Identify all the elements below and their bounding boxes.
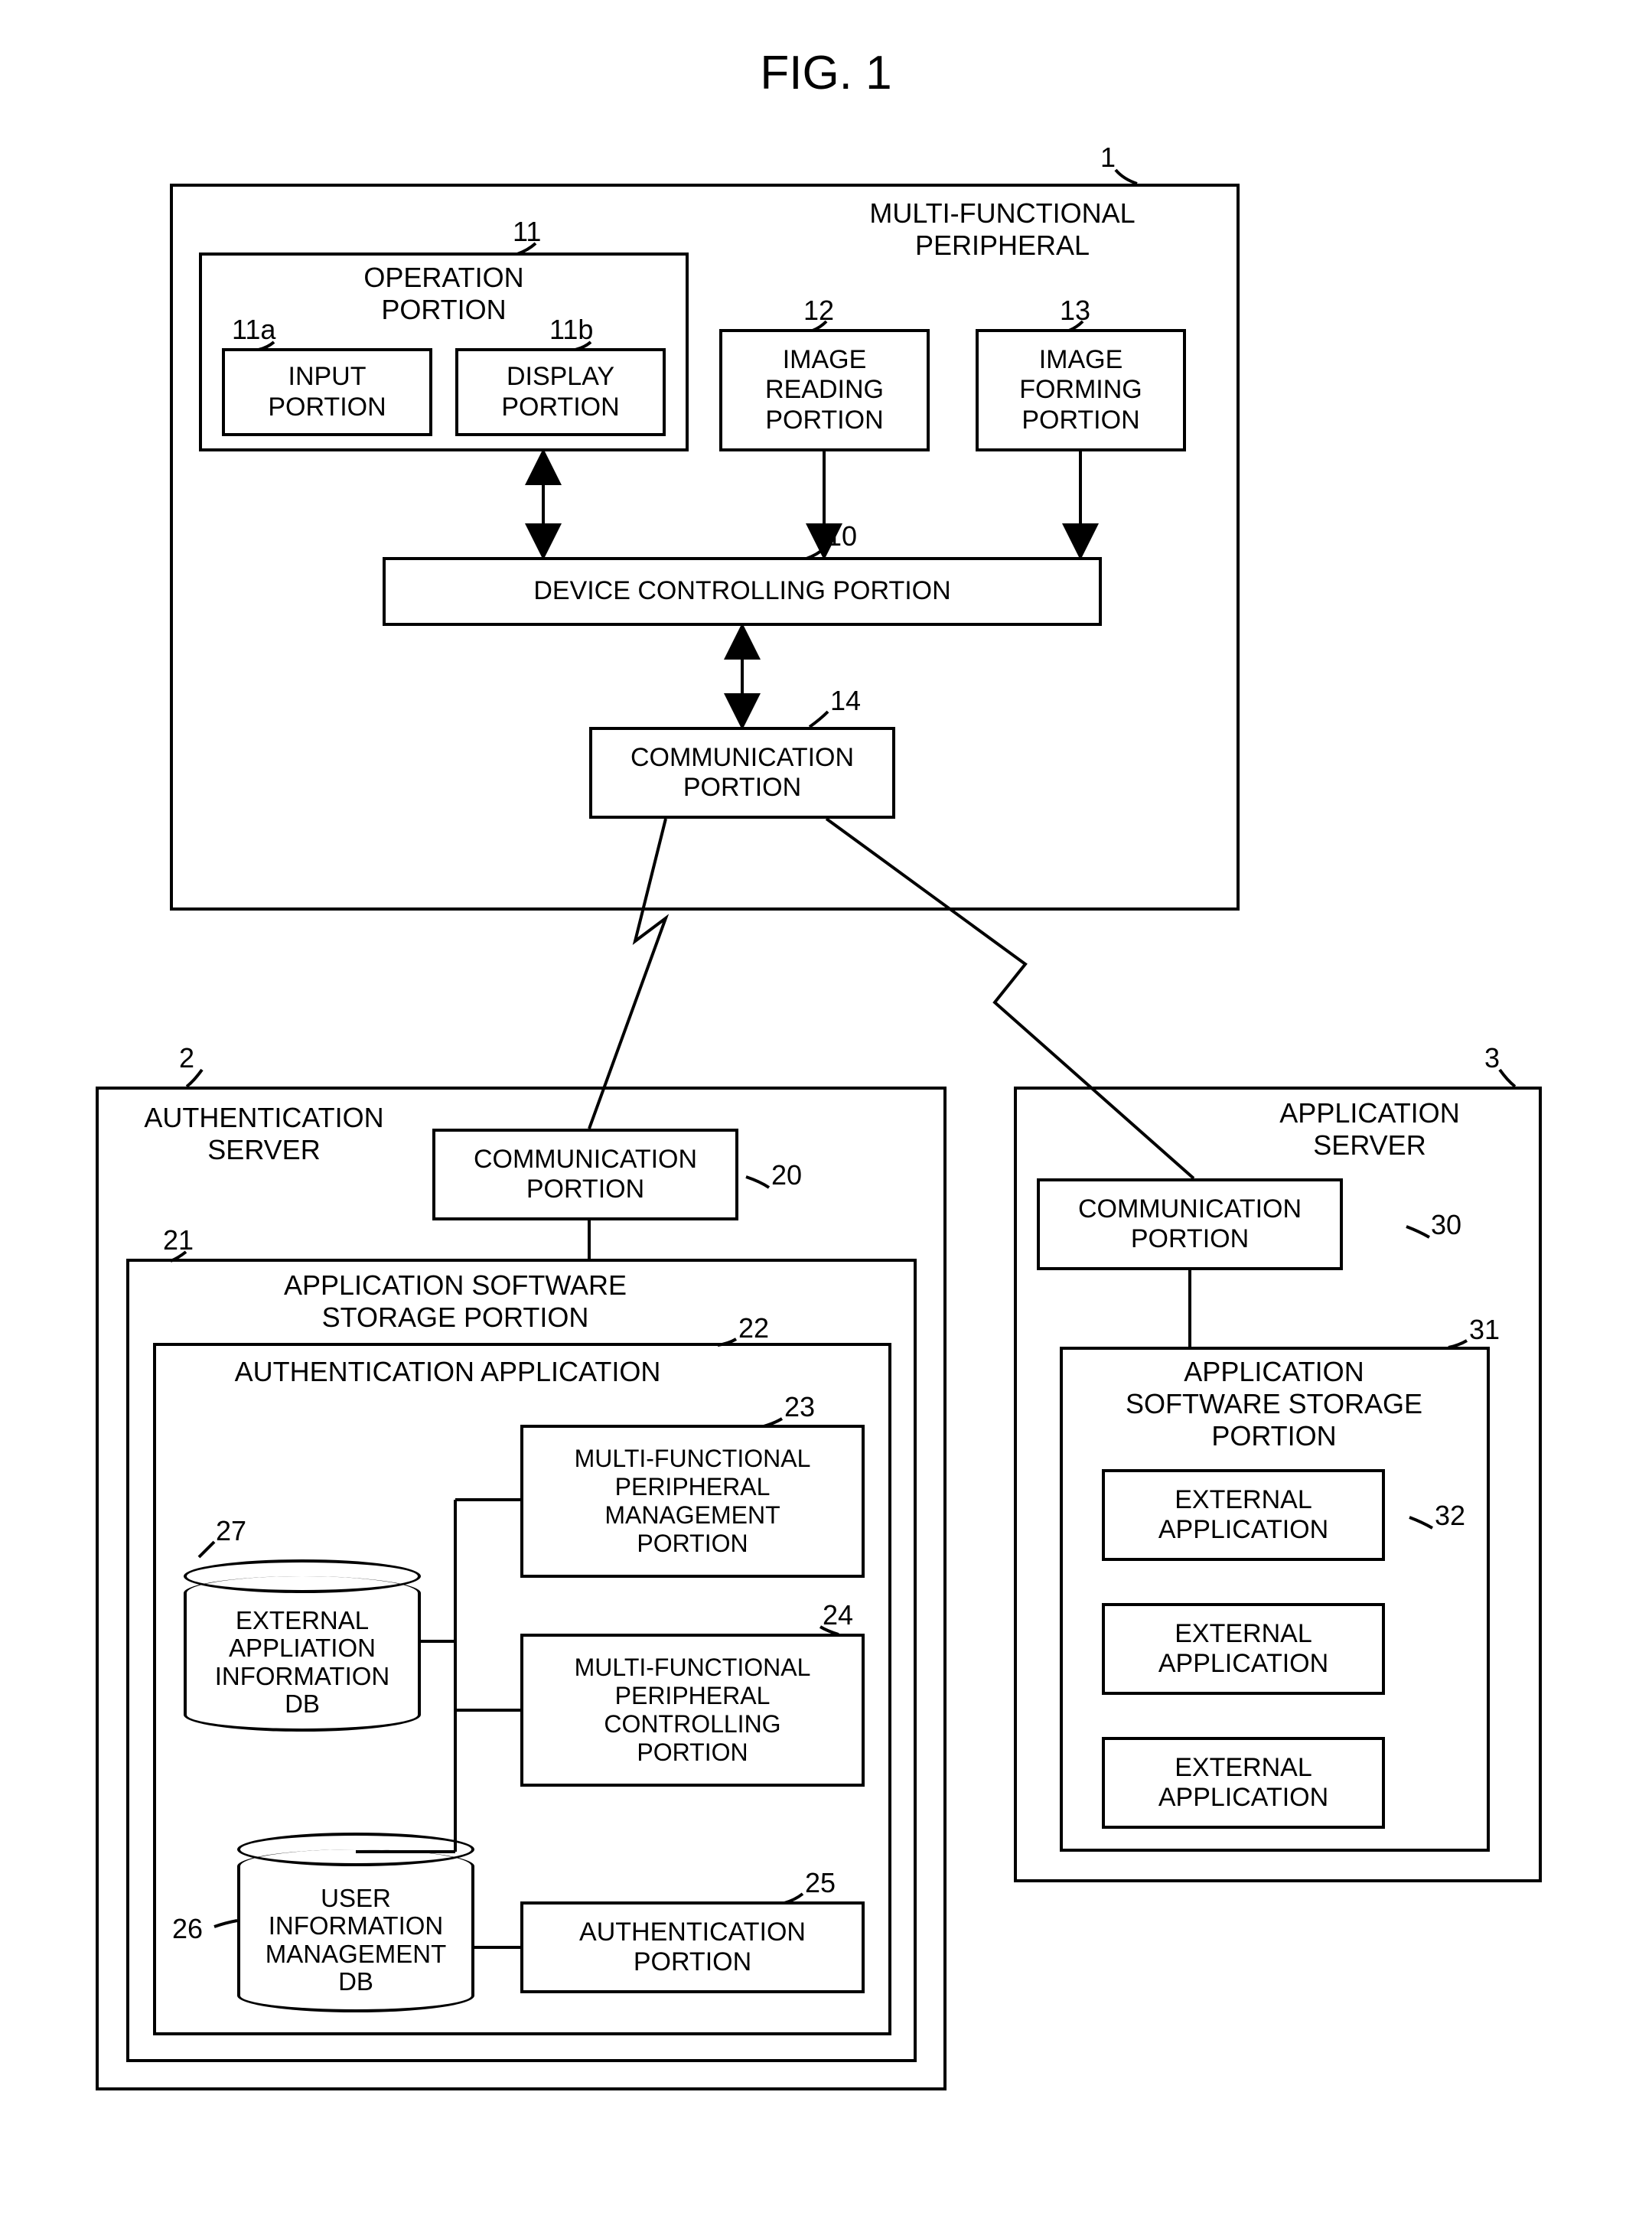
mfp-mgmt-ref: 23 bbox=[784, 1391, 815, 1423]
operation-portion-ref: 11 bbox=[513, 216, 541, 248]
mfp-title: MULTI-FUNCTIONAL PERIPHERAL bbox=[788, 197, 1217, 262]
app-store-title: APPLICATION SOFTWARE STORAGE PORTION bbox=[1071, 1356, 1477, 1452]
mfp-ctrl-box: MULTI-FUNCTIONAL PERIPHERAL CONTROLLING … bbox=[520, 1634, 865, 1787]
user-info-db-label: USER INFORMATION MANAGEMENT DB bbox=[237, 1885, 474, 1996]
display-portion-box: DISPLAY PORTION bbox=[455, 348, 666, 436]
auth-comm-ref: 20 bbox=[771, 1159, 802, 1191]
auth-store-title: APPLICATION SOFTWARE STORAGE PORTION bbox=[245, 1269, 666, 1334]
operation-portion-title: OPERATION PORTION bbox=[329, 262, 559, 326]
auth-app-ref: 22 bbox=[738, 1312, 769, 1344]
app-server-ref: 3 bbox=[1484, 1042, 1500, 1074]
input-portion-ref: 11a bbox=[232, 314, 275, 346]
device-controlling-ref: 10 bbox=[826, 520, 857, 552]
image-forming-box: IMAGE FORMING PORTION bbox=[976, 329, 1186, 451]
app-server-title: APPLICATION SERVER bbox=[1240, 1097, 1500, 1162]
image-forming-ref: 13 bbox=[1060, 295, 1090, 327]
app-store-ref: 31 bbox=[1469, 1314, 1500, 1346]
mfp-comm-ref: 14 bbox=[830, 685, 861, 717]
mfp-comm-box: COMMUNICATION PORTION bbox=[589, 727, 895, 819]
user-info-db: USER INFORMATION MANAGEMENT DB bbox=[237, 1833, 474, 2012]
ext-app-1-box: EXTERNAL APPLICATION bbox=[1102, 1469, 1385, 1561]
ext-app-1-ref: 32 bbox=[1435, 1500, 1465, 1532]
input-portion-box: INPUT PORTION bbox=[222, 348, 432, 436]
auth-server-ref: 2 bbox=[179, 1042, 194, 1074]
app-comm-box: COMMUNICATION PORTION bbox=[1037, 1178, 1343, 1270]
ext-app-2-box: EXTERNAL APPLICATION bbox=[1102, 1603, 1385, 1695]
auth-portion-box: AUTHENTICATION PORTION bbox=[520, 1901, 865, 1993]
auth-portion-ref: 25 bbox=[805, 1867, 836, 1899]
auth-comm-box: COMMUNICATION PORTION bbox=[432, 1129, 738, 1220]
ext-app-info-db: EXTERNAL APPLIATION INFORMATION DB bbox=[184, 1559, 421, 1732]
auth-store-ref: 21 bbox=[163, 1224, 194, 1256]
figure-title: FIG. 1 bbox=[0, 46, 1652, 100]
ext-app-info-db-ref: 27 bbox=[216, 1515, 246, 1547]
device-controlling-box: DEVICE CONTROLLING PORTION bbox=[383, 557, 1102, 626]
app-comm-ref: 30 bbox=[1431, 1209, 1461, 1241]
ext-app-info-db-label: EXTERNAL APPLIATION INFORMATION DB bbox=[184, 1607, 421, 1718]
auth-app-title: AUTHENTICATION APPLICATION bbox=[214, 1356, 681, 1388]
image-reading-ref: 12 bbox=[803, 295, 834, 327]
image-reading-box: IMAGE READING PORTION bbox=[719, 329, 930, 451]
mfp-ctrl-ref: 24 bbox=[823, 1599, 853, 1631]
display-portion-ref: 11b bbox=[549, 314, 593, 346]
auth-server-title: AUTHENTICATION SERVER bbox=[115, 1102, 413, 1166]
mfp-ref: 1 bbox=[1100, 142, 1116, 174]
mfp-mgmt-box: MULTI-FUNCTIONAL PERIPHERAL MANAGEMENT P… bbox=[520, 1425, 865, 1578]
ext-app-3-box: EXTERNAL APPLICATION bbox=[1102, 1737, 1385, 1829]
user-info-db-ref: 26 bbox=[172, 1913, 203, 1945]
